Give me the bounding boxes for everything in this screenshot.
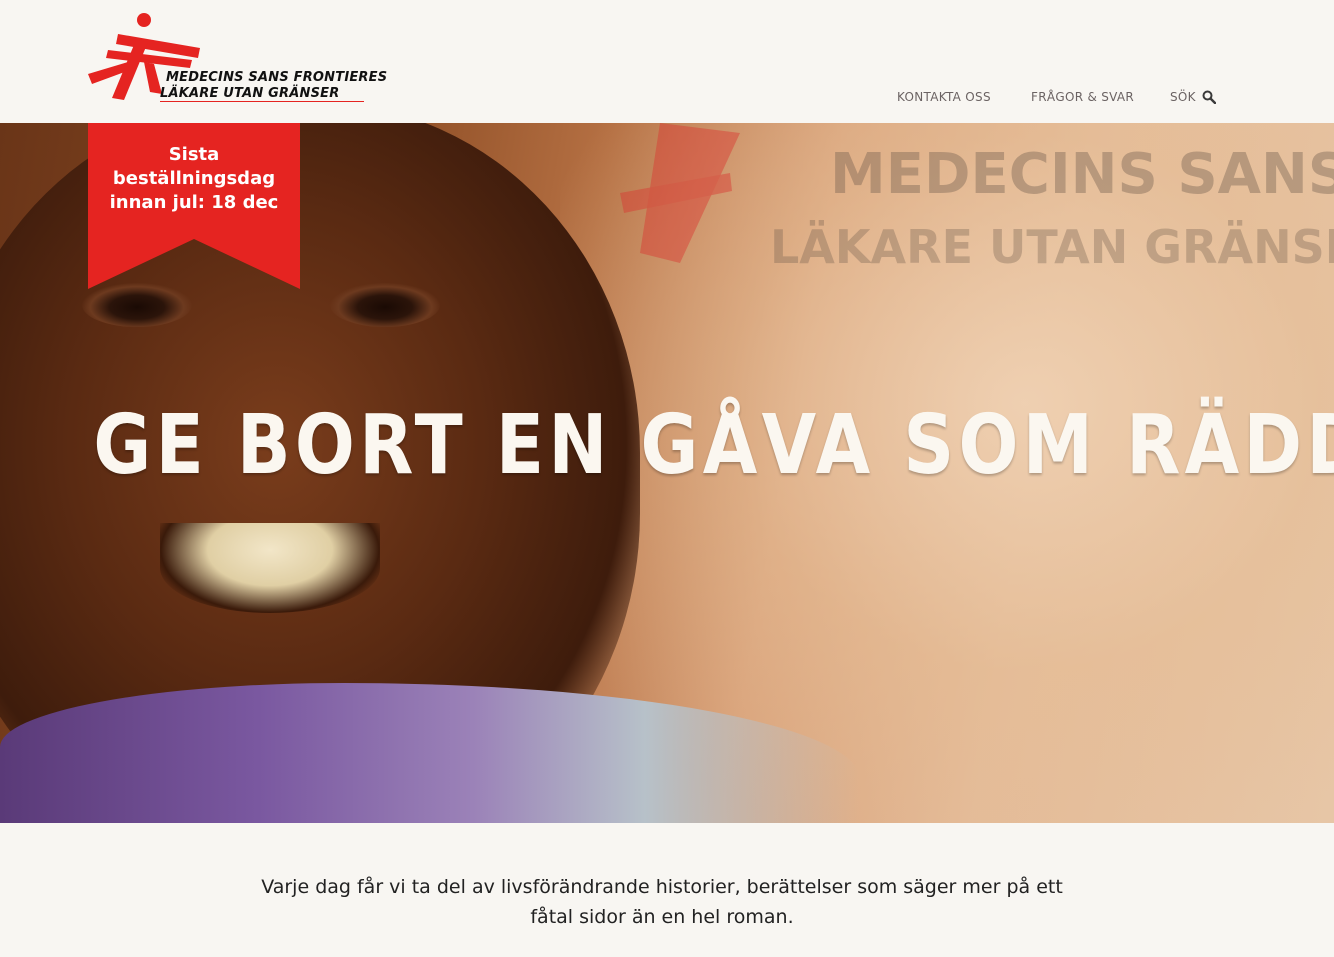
search-icon (1202, 90, 1216, 104)
logo-underline (160, 101, 364, 102)
hero-child-eye-right (330, 283, 440, 327)
nav-contact-link[interactable]: KONTAKTA OSS (897, 90, 991, 104)
logo-text-line2: LÄKARE UTAN GRÄNSER (160, 86, 340, 101)
nav-faq-link[interactable]: FRÅGOR & SVAR (1031, 90, 1134, 104)
hero-child-eye-left (82, 283, 192, 327)
site-logo[interactable]: MEDECINS SANS FRONTIERES LÄKARE UTAN GRÄ… (88, 12, 387, 107)
sign-text-2: LÄKARE UTAN GRÄNSER (770, 220, 1334, 274)
hero-child-smile (160, 523, 380, 613)
intro-paragraph: Varje dag får vi ta del av livsförändran… (261, 876, 1063, 928)
deadline-ribbon: Sista beställningsdag innan jul: 18 dec (88, 123, 300, 289)
nav-search-label: SÖK (1170, 90, 1196, 104)
site-header: MEDECINS SANS FRONTIERES LÄKARE UTAN GRÄ… (0, 0, 1334, 123)
hero-msf-sign-image: MEDECINS SANS LÄKARE UTAN GRÄNSER (620, 123, 1334, 274)
ribbon-text: Sista beställningsdag innan jul: 18 dec (88, 143, 300, 215)
sign-text-1: MEDECINS SANS (830, 142, 1334, 207)
ribbon-line-1: Sista (168, 144, 220, 165)
ribbon-line-3: innan jul: 18 dec (109, 192, 279, 213)
hero-title: GE BORT EN GÅVA SOM RÄDDAR LIV (93, 398, 1334, 493)
logo-text-line1: MEDECINS SANS FRONTIERES (166, 70, 388, 85)
nav-search-link[interactable]: SÖK (1170, 90, 1216, 104)
ribbon-line-2: beställningsdag (112, 168, 276, 189)
